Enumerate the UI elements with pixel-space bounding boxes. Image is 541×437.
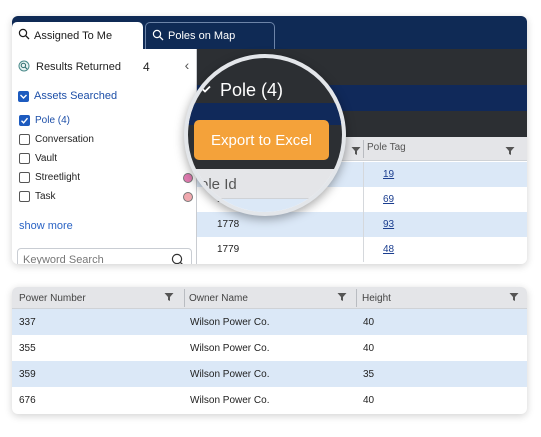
results-title-label: Pole (4) — [220, 80, 284, 100]
asset-item-label: Vault — [35, 153, 58, 164]
asset-item-pole[interactable]: Pole (4) — [19, 111, 195, 130]
tab-label: Poles on Map — [168, 30, 236, 42]
pole-id-header[interactable]: Pole Id — [190, 176, 237, 193]
tab-label: Assigned To Me — [34, 29, 113, 42]
table-row[interactable]: 676 Wilson Power Co. 40 — [12, 387, 527, 413]
pole-detail-grid: Power Number Owner Name Height 337 Wilso… — [12, 287, 527, 414]
export-to-excel-button[interactable]: Export to Excel — [194, 120, 329, 160]
results-title[interactable]: Pole (4) — [198, 80, 283, 101]
checkbox-checked-icon[interactable] — [19, 115, 30, 126]
search-icon — [18, 28, 30, 43]
zoom-magnifier: Pole (4) Export to Excel Pole Id — [184, 54, 346, 216]
height-cell: 40 — [363, 343, 375, 354]
results-returned-label: Results Returned — [36, 61, 121, 73]
pole-tag-header[interactable]: Pole Tag — [367, 142, 406, 153]
column-separator — [184, 289, 185, 307]
height-header[interactable]: Height — [362, 293, 391, 304]
tab-bar: Assigned To Me Poles on Map — [12, 16, 527, 49]
tab-poles-on-map[interactable]: Poles on Map — [145, 22, 275, 49]
power-number-cell: 359 — [19, 369, 36, 380]
checkbox[interactable] — [19, 153, 30, 164]
height-cell: 40 — [363, 395, 375, 406]
filter-icon[interactable] — [505, 143, 515, 161]
filter-icon[interactable] — [509, 292, 519, 305]
owner-name-cell: Wilson Power Co. — [190, 343, 270, 354]
pole-id-cell: 1779 — [217, 244, 240, 255]
asset-item-label: Task — [35, 191, 56, 202]
filter-icon[interactable] — [337, 292, 347, 305]
keyword-search-field[interactable] — [17, 248, 192, 264]
chevron-down-icon[interactable] — [198, 80, 212, 101]
height-cell: 40 — [363, 317, 375, 328]
asset-item-task[interactable]: Task — [19, 187, 195, 206]
table-row[interactable]: 337 Wilson Power Co. 40 — [12, 309, 527, 335]
checkbox[interactable] — [19, 191, 30, 202]
asset-type-list: Pole (4) Conversation Vault Streetlight … — [19, 111, 195, 206]
power-number-header[interactable]: Power Number — [19, 293, 86, 304]
search-icon — [152, 29, 164, 44]
pole-tag-link[interactable]: 19 — [383, 169, 394, 180]
pole-tag-link[interactable]: 69 — [383, 194, 394, 205]
detail-grid-header: Power Number Owner Name Height — [12, 287, 527, 309]
pole-id-cell: 1778 — [217, 219, 240, 230]
filter-icon[interactable] — [351, 143, 361, 161]
height-cell: 35 — [363, 369, 375, 380]
table-row[interactable]: 359 Wilson Power Co. 35 — [12, 361, 527, 387]
table-row[interactable]: 1778 93 — [197, 212, 527, 237]
owner-name-cell: Wilson Power Co. — [190, 369, 270, 380]
checkbox[interactable] — [19, 134, 30, 145]
zoom-grid-header: Pole Id — [188, 169, 342, 199]
asset-item-label: Conversation — [35, 134, 94, 145]
filter-icon[interactable] — [164, 292, 174, 305]
column-separator — [363, 237, 364, 262]
asset-item-label: Streetlight — [35, 172, 81, 183]
search-sidebar: Results Returned 4 ‹ Assets Searched Pol… — [12, 49, 196, 264]
owner-name-cell: Wilson Power Co. — [190, 317, 270, 328]
chevron-down-icon — [18, 90, 29, 102]
assets-searched-label: Assets Searched — [34, 90, 118, 102]
asset-item-conversation[interactable]: Conversation — [19, 130, 195, 149]
column-separator — [363, 140, 364, 158]
asset-item-label: Pole (4) — [35, 115, 71, 126]
power-number-cell: 337 — [19, 317, 36, 328]
table-row[interactable]: 355 Wilson Power Co. 40 — [12, 335, 527, 361]
column-separator — [356, 289, 357, 307]
results-count: 4 — [143, 60, 150, 74]
checkbox[interactable] — [19, 172, 30, 183]
search-icon[interactable] — [171, 253, 185, 264]
keyword-search-input[interactable] — [23, 253, 163, 264]
asset-search-window: Assigned To Me Poles on Map Results Retu… — [12, 16, 527, 264]
assets-searched-header[interactable]: Assets Searched — [18, 90, 117, 102]
search-results-icon — [18, 60, 30, 75]
column-separator — [363, 162, 364, 187]
pole-tag-link[interactable]: 93 — [383, 219, 394, 230]
power-number-cell: 676 — [19, 395, 36, 406]
results-returned-row: Results Returned 4 — [18, 59, 190, 75]
column-separator — [363, 187, 364, 212]
tab-assigned-to-me[interactable]: Assigned To Me — [12, 22, 143, 49]
power-number-cell: 355 — [19, 343, 36, 354]
column-separator — [363, 212, 364, 237]
asset-item-vault[interactable]: Vault — [19, 149, 195, 168]
table-row[interactable]: 1779 48 — [197, 237, 527, 262]
owner-name-cell: Wilson Power Co. — [190, 395, 270, 406]
owner-name-header[interactable]: Owner Name — [189, 293, 248, 304]
show-more-link[interactable]: show more — [19, 220, 73, 232]
pole-tag-link[interactable]: 48 — [383, 244, 394, 255]
asset-item-streetlight[interactable]: Streetlight — [19, 168, 195, 187]
